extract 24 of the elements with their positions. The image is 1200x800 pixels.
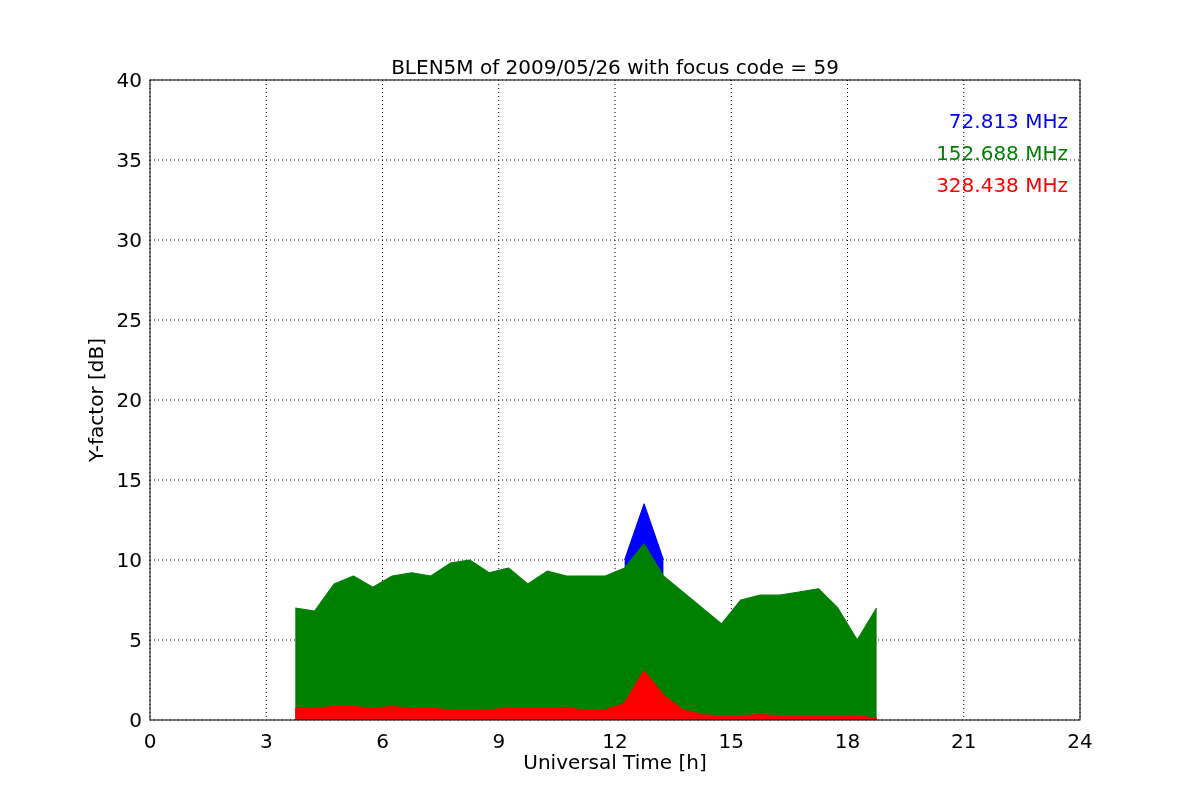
x-tick-label: 12 [602, 729, 628, 753]
legend-label: 152.688 MHz [936, 141, 1068, 165]
x-tick-label: 9 [492, 729, 506, 753]
y-tick-label: 25 [116, 308, 142, 332]
x-tick-label: 3 [259, 729, 273, 753]
legend-label: 72.813 MHz [948, 109, 1068, 133]
x-tick-label: 21 [951, 729, 977, 753]
x-axis-label: Universal Time [h] [523, 750, 707, 774]
y-tick-label: 5 [129, 628, 142, 652]
y-tick-label: 10 [116, 548, 142, 572]
y-axis-label: Y-factor [dB] [84, 338, 108, 462]
x-tick-label: 0 [143, 729, 157, 753]
x-tick-label: 6 [376, 729, 389, 753]
x-tick-label: 24 [1067, 729, 1093, 753]
y-tick-label: 35 [116, 148, 142, 172]
y-tick-label: 20 [116, 388, 142, 412]
y-tick-label: 40 [116, 68, 142, 92]
y-tick-label: 15 [116, 468, 142, 492]
y-tick-label: 30 [116, 228, 142, 252]
x-tick-label: 18 [834, 729, 861, 753]
legend-label: 328.438 MHz [936, 173, 1068, 197]
y-tick-label: 0 [129, 708, 142, 732]
chart-title: BLEN5M of 2009/05/26 with focus code = 59 [391, 55, 839, 79]
x-tick-label: 15 [718, 729, 744, 753]
